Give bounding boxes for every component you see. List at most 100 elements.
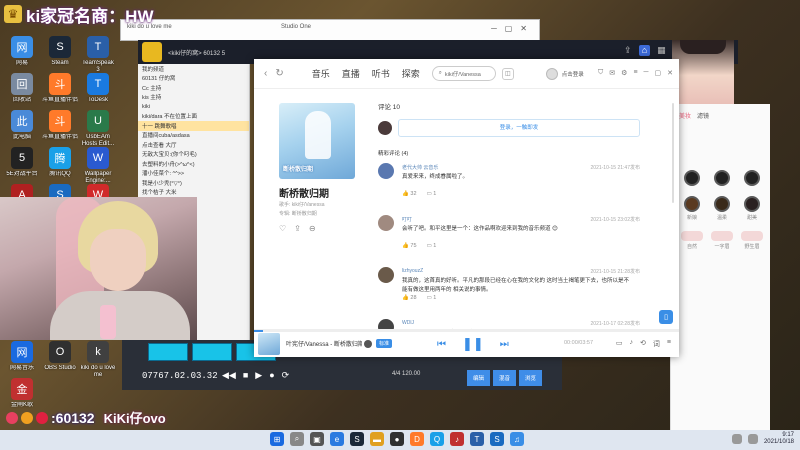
channel-row[interactable]: 去塑料的小舟(>^ω^<) bbox=[138, 159, 249, 169]
desktop-icon[interactable]: T ToDesk bbox=[80, 73, 116, 104]
quality-badge[interactable]: 标准 bbox=[376, 339, 393, 348]
channel-row[interactable]: 点击查看 大厅 bbox=[138, 140, 249, 150]
refresh-icon[interactable]: ↻ bbox=[275, 68, 283, 79]
scrollbar[interactable] bbox=[672, 103, 674, 203]
wifi-icon[interactable] bbox=[731, 434, 742, 444]
studio-icon[interactable]: S bbox=[490, 432, 504, 446]
avatar[interactable] bbox=[378, 215, 394, 231]
desktop-icon[interactable]: U UsbEAm Hosts Edit... bbox=[80, 110, 116, 148]
start-icon[interactable]: ⊞ bbox=[270, 432, 284, 446]
like-icon[interactable]: ♡ bbox=[279, 224, 286, 233]
option-5[interactable]: 温柔 bbox=[709, 196, 735, 221]
maximize-icon[interactable]: ▢ bbox=[655, 69, 662, 77]
mail-icon[interactable]: ✉ bbox=[609, 69, 615, 77]
desktop-icon[interactable]: 回回收站 bbox=[4, 73, 40, 104]
desktop-icon[interactable]: 网网易 bbox=[4, 36, 40, 67]
edit-button[interactable]: 编辑 bbox=[467, 370, 491, 386]
stop-icon[interactable]: ■ bbox=[243, 370, 248, 381]
now-playing-thumb[interactable] bbox=[258, 332, 280, 355]
channel-row[interactable]: Cc 主持 bbox=[138, 83, 249, 93]
channel-row[interactable]: 我的频道 bbox=[138, 64, 249, 74]
comment-user[interactable]: WDlJ bbox=[402, 320, 414, 326]
like-count[interactable]: 👍 75 bbox=[402, 243, 417, 249]
menu-icon[interactable]: ≡ bbox=[633, 69, 637, 77]
qq-icon[interactable]: Q bbox=[430, 432, 444, 446]
desktop-icon[interactable]: T TeamSpeak 3 bbox=[80, 36, 116, 74]
comment-login-button[interactable]: 登录，一触即发 bbox=[398, 119, 640, 137]
reply-count[interactable]: ▭ 1 bbox=[427, 295, 437, 301]
grid-icon[interactable]: ▦ bbox=[657, 45, 666, 56]
sound-icon[interactable]: ♪ bbox=[630, 339, 634, 349]
desktop-icon[interactable]: W Wallpaper Engine:... bbox=[80, 147, 116, 185]
desktop-icon[interactable]: 斗斗鱼直播伴侣 bbox=[42, 73, 78, 104]
share-icon[interactable]: ⇪ bbox=[624, 45, 632, 56]
option-2[interactable] bbox=[709, 170, 735, 186]
desktop-icon[interactable]: k kiki do u love me bbox=[80, 341, 116, 379]
record-icon[interactable]: ● bbox=[269, 370, 274, 381]
channel-row[interactable]: 潘小佳菜个: ^^>> bbox=[138, 169, 249, 179]
next-icon[interactable]: ⏭ bbox=[500, 339, 509, 350]
folder-icon[interactable]: ▬ bbox=[370, 432, 384, 446]
prev-icon[interactable]: ⏮ bbox=[437, 339, 446, 350]
clock[interactable]: 9:17 2021/10/18 bbox=[764, 432, 794, 446]
desktop-icon[interactable]: O OBS Studio bbox=[42, 341, 78, 372]
reply-count[interactable]: ▭ 1 bbox=[427, 191, 437, 197]
ts-icon[interactable]: T bbox=[470, 432, 484, 446]
channel-row[interactable]: kiki bbox=[138, 102, 249, 112]
option-7[interactable]: 自然 bbox=[679, 231, 705, 250]
option-9[interactable]: 野生眉 bbox=[739, 231, 765, 250]
pause-icon[interactable]: ❚❚ bbox=[462, 336, 484, 352]
close-icon[interactable]: ✕ bbox=[667, 69, 673, 77]
tab-explore[interactable]: 探索 bbox=[402, 67, 420, 80]
playlist-icon[interactable]: ≡ bbox=[667, 339, 671, 349]
minimize-icon[interactable]: ─ bbox=[644, 69, 649, 77]
channel-row[interactable]: 无敌大宝贝:(你个叼毛) bbox=[138, 150, 249, 160]
user-login[interactable]: 点击登录 bbox=[545, 67, 584, 80]
desktop-icon[interactable]: S Steam bbox=[42, 36, 78, 67]
share-icon[interactable]: ⇪ bbox=[294, 224, 301, 233]
taskview-icon[interactable]: ▣ bbox=[310, 432, 324, 446]
avatar[interactable] bbox=[378, 267, 394, 283]
feedback-icon[interactable]: ▯ bbox=[659, 310, 673, 324]
back-icon[interactable]: ‹ bbox=[264, 68, 267, 79]
comment-user[interactable]: lizhyouzZ bbox=[402, 268, 423, 274]
home-icon[interactable]: ⌂ bbox=[638, 45, 651, 56]
progress-bar[interactable] bbox=[254, 330, 679, 332]
playstyle-icon[interactable] bbox=[364, 339, 372, 348]
tab-makeup[interactable]: 美妆 bbox=[679, 111, 691, 120]
play-icon[interactable]: ▶ bbox=[255, 370, 262, 381]
channel-row[interactable]: kiki/dara 不在位置上面 bbox=[138, 112, 249, 122]
like-count[interactable]: 👍 28 bbox=[402, 295, 417, 301]
settings-icon[interactable]: ⚙ bbox=[621, 69, 627, 77]
album-cover[interactable]: 断桥散归期 bbox=[279, 103, 355, 179]
comment-user[interactable]: 叮叮 bbox=[402, 216, 412, 223]
shirt-icon[interactable]: ⛉ bbox=[598, 69, 603, 77]
option-8[interactable]: 一字眉 bbox=[709, 231, 735, 250]
steam-icon[interactable]: S bbox=[350, 432, 364, 446]
window-controls[interactable]: ─▢✕ bbox=[491, 24, 535, 33]
music-icon[interactable]: ♪ bbox=[450, 432, 464, 446]
channel-row[interactable]: kis 主持 bbox=[138, 93, 249, 103]
tab-music[interactable]: 音乐 bbox=[312, 67, 330, 80]
volume-icon[interactable] bbox=[747, 434, 758, 444]
lyrics-icon[interactable]: 词 bbox=[653, 339, 660, 349]
obs-icon[interactable]: ● bbox=[390, 432, 404, 446]
recognize-icon[interactable]: ◫ bbox=[501, 67, 514, 80]
channel-row[interactable]: 直播间cuba/asdasa bbox=[138, 131, 249, 141]
desktop-icon[interactable]: 斗斗鱼直播伴侣 bbox=[42, 110, 78, 141]
tab-audiobook[interactable]: 听书 bbox=[372, 67, 390, 80]
mix-button[interactable]: 混音 bbox=[493, 370, 517, 386]
tab-live[interactable]: 直播 bbox=[342, 67, 360, 80]
desktop-icon[interactable]: 金金闸K歌 bbox=[4, 378, 40, 409]
like-count[interactable]: 👍 32 bbox=[402, 191, 417, 197]
browse-button[interactable]: 浏览 bbox=[519, 370, 543, 386]
search-input[interactable]: ⌕ kiki仔/Vanessa bbox=[431, 66, 496, 81]
desktop-icon[interactable]: 此此电脑 bbox=[4, 110, 40, 141]
channel-row[interactable]: 十一 跳舞歌唱 bbox=[138, 121, 249, 131]
loop-icon[interactable]: ⟲ bbox=[640, 339, 646, 349]
avatar[interactable] bbox=[378, 163, 394, 179]
option-3[interactable] bbox=[739, 170, 765, 186]
comment-user[interactable]: 老代大帅 云音乐 bbox=[402, 164, 438, 171]
channel-row[interactable]: 60131 仔的窝 bbox=[138, 74, 249, 84]
edge-icon[interactable]: e bbox=[330, 432, 344, 446]
